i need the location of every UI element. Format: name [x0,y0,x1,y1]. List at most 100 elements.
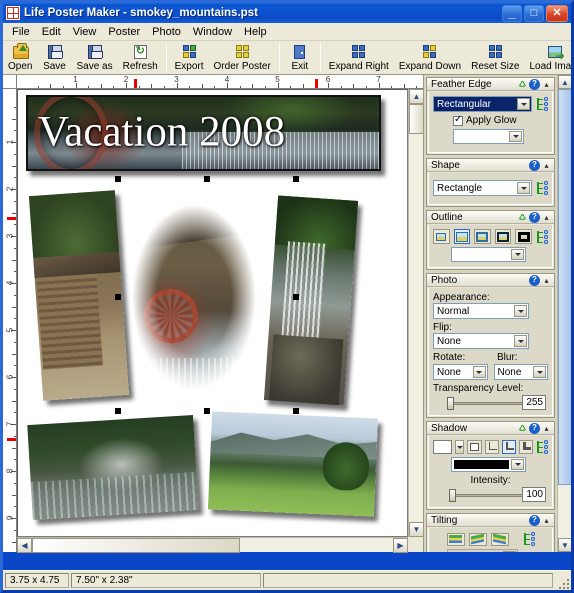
menu-help[interactable]: Help [238,24,273,40]
chevron-down-icon[interactable] [517,98,530,110]
exit-button[interactable]: Exit [283,41,317,74]
shadow-color-picker[interactable] [451,457,526,472]
help-icon[interactable]: ? [529,78,540,90]
shadow-none-button[interactable] [467,440,482,454]
export-button[interactable]: Export [170,41,209,74]
properties-panel-scrollbar[interactable]: ▲ ▼ [557,75,571,552]
tilt-flat-button[interactable] [446,532,465,546]
order-poster-button[interactable]: Order Poster [209,41,276,74]
blur-select[interactable]: None [493,364,548,380]
reset-icon[interactable]: ♺ [517,423,528,434]
expand-right-button[interactable]: Expand Right [324,41,394,74]
rotate-select[interactable]: None [433,364,488,380]
link-settings-icon[interactable] [536,97,548,111]
section-header-outline[interactable]: Outline ♺ ? ▴ [427,211,554,224]
outline-width-thin-button[interactable] [453,229,471,244]
selection-handle[interactable] [115,176,121,182]
appearance-select[interactable]: Normal [433,303,529,319]
collapse-icon[interactable]: ▴ [541,79,552,90]
chevron-down-icon[interactable] [514,335,527,347]
horizontal-scroll-thumb[interactable] [32,538,240,553]
canvas-horizontal-scrollbar[interactable]: ◀ ▶ [17,537,408,553]
collapse-icon[interactable]: ▴ [541,160,552,171]
selection-handle[interactable] [204,176,210,182]
transparency-slider-thumb[interactable] [447,397,454,410]
intensity-slider[interactable]: 100 [449,487,546,502]
collapse-icon[interactable]: ▴ [541,275,552,286]
reset-icon[interactable]: ♺ [517,79,528,90]
reset-icon[interactable]: ♺ [517,212,528,223]
link-settings-icon[interactable] [523,532,535,546]
panel-scroll-up-button[interactable]: ▲ [558,75,571,89]
transparency-slider[interactable]: 255 [447,395,546,410]
open-button[interactable]: Open [3,41,37,74]
chevron-down-icon[interactable] [517,182,530,194]
transparency-value[interactable]: 255 [522,395,546,410]
chevron-down-icon[interactable] [514,305,527,317]
selection-handle[interactable] [293,408,299,414]
panel-scroll-down-button[interactable]: ▼ [558,538,571,552]
shadow-lower-left-button[interactable] [484,440,499,454]
menu-edit[interactable]: Edit [36,24,67,40]
photo-mountain-field[interactable] [207,411,379,517]
tilt-up-button[interactable] [468,532,487,546]
menu-file[interactable]: File [6,24,36,40]
scroll-up-button[interactable]: ▲ [409,89,424,104]
canvas-vertical-scrollbar[interactable]: ▲ ▼ [408,89,424,537]
help-icon[interactable]: ? [529,274,540,286]
shape-select[interactable]: Rectangle [433,180,532,196]
photo-waterfall[interactable] [263,195,359,406]
outline-width-thickest-button[interactable] [515,229,532,244]
resize-grip-icon[interactable] [555,575,569,589]
collapse-icon[interactable]: ▴ [541,423,552,434]
section-header-shadow[interactable]: Shadow ♺ ? ▴ [427,422,554,435]
selection-handle[interactable] [204,408,210,414]
poster-canvas[interactable]: Vacation 2008 [17,89,408,537]
help-icon[interactable]: ? [529,514,540,526]
section-header-tilting[interactable]: Tilting ? ▴ [427,514,554,527]
menu-window[interactable]: Window [187,24,238,40]
shadow-base-color-swatch[interactable] [433,440,452,454]
link-settings-icon[interactable] [536,229,548,244]
refresh-button[interactable]: Refresh [118,41,163,74]
selection-handle[interactable] [293,176,299,182]
intensity-value[interactable]: 100 [522,487,546,502]
collapse-icon[interactable]: ▴ [541,515,552,526]
shadow-lower-right-thin-button[interactable] [501,440,516,454]
checkbox-icon[interactable] [453,114,463,126]
menu-poster[interactable]: Poster [102,24,146,40]
feather-edge-shape-select[interactable]: Rectangular [433,96,532,112]
banner-photo-vacation-2008[interactable]: Vacation 2008 [26,95,381,171]
apply-glow-checkbox[interactable]: Apply Glow [453,114,517,126]
expand-down-button[interactable]: Expand Down [394,41,466,74]
section-header-shape[interactable]: Shape ? ▴ [427,159,554,172]
help-icon[interactable]: ? [529,211,540,223]
chevron-down-icon[interactable] [472,366,486,378]
chevron-down-icon[interactable] [503,551,516,552]
save-as-button[interactable]: Save as [71,41,117,74]
link-settings-icon[interactable] [536,440,549,454]
photo-grist-mill[interactable] [124,186,264,405]
shadow-lower-right-thick-button[interactable] [518,440,534,454]
chevron-down-icon[interactable] [509,131,522,142]
scroll-left-button[interactable]: ◀ [17,538,32,553]
tilt-amount-select[interactable]: Slight [447,549,518,552]
scroll-down-button[interactable]: ▼ [409,522,424,537]
chevron-down-icon[interactable] [454,440,465,454]
selection-handle[interactable] [115,408,121,414]
chevron-down-icon[interactable] [511,459,524,470]
menu-view[interactable]: View [67,24,103,40]
minimize-button[interactable]: _ [502,4,522,22]
vertical-scroll-thumb[interactable] [409,104,424,134]
poster-surface[interactable]: Vacation 2008 [18,90,407,536]
chevron-down-icon[interactable] [511,249,524,260]
outline-width-thick-button[interactable] [494,229,512,244]
photo-misty-river[interactable] [27,415,199,520]
selection-handle[interactable] [115,294,121,300]
load-image-button[interactable]: Load Image [524,41,571,74]
section-header-photo[interactable]: Photo ? ▴ [427,274,554,287]
help-icon[interactable]: ? [529,159,540,171]
collapse-icon[interactable]: ▴ [541,212,552,223]
glow-color-picker[interactable] [453,129,524,144]
close-button[interactable]: ✕ [546,4,568,22]
